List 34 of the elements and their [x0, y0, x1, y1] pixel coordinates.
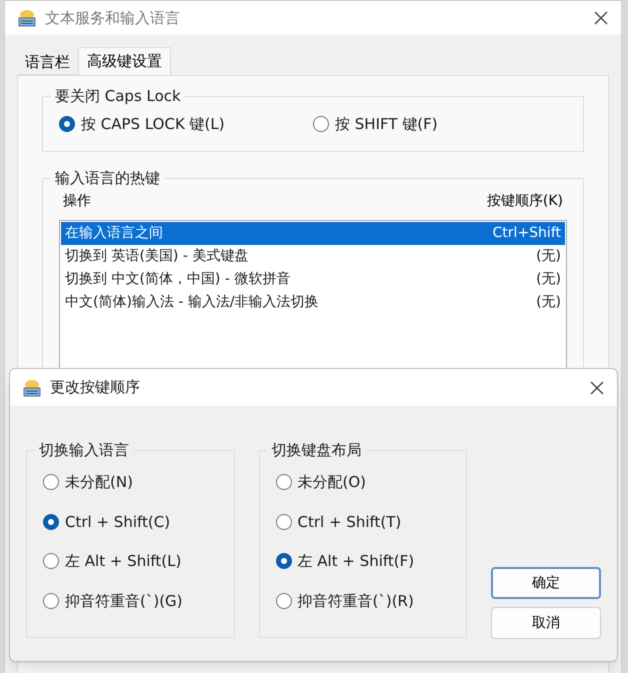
dialog-title: 更改按键顺序: [50, 377, 141, 398]
keys-text: (无): [536, 270, 561, 289]
action-text: 在输入语言之间: [65, 224, 163, 243]
radio-option[interactable]: 按 CAPS LOCK 键(L): [59, 112, 313, 136]
radio-option[interactable]: 抑音符重音(`)(R): [276, 590, 450, 612]
action-text: 切换到 英语(美国) - 美式键盘: [65, 247, 248, 266]
column-header: 操作: [63, 192, 91, 211]
radio-option[interactable]: 左 Alt + Shift(L): [43, 550, 218, 572]
dialog-button[interactable]: 确定: [491, 567, 601, 599]
close-icon: [589, 380, 605, 396]
hotkey-row[interactable]: 切换到 英语(美国) - 美式键盘 (无): [61, 245, 565, 268]
close-icon: [593, 10, 609, 26]
keyboard-globe-icon: [22, 378, 42, 398]
group-title: 要关闭 Caps Lock: [51, 85, 185, 108]
radio-option[interactable]: 左 Alt + Shift(F): [276, 550, 450, 572]
column-header: 按键顺序(K): [486, 192, 563, 211]
radio-option[interactable]: 未分配(N): [43, 471, 218, 494]
keyboard-globe-icon: [17, 8, 37, 28]
hotkey-row[interactable]: 切换到 中文(简体，中国) - 微软拼音 (无): [61, 268, 565, 291]
radio-option[interactable]: 未分配(O): [276, 471, 450, 494]
window-title: 文本服务和输入语言: [45, 8, 181, 29]
dialog-button[interactable]: 取消: [491, 607, 601, 639]
keys-text: (无): [536, 293, 561, 312]
radio-option[interactable]: Ctrl + Shift(C): [43, 510, 218, 533]
radio-option[interactable]: 按 SHIFT 键(F): [313, 112, 567, 136]
hotkey-row[interactable]: 在输入语言之间 Ctrl+Shift: [61, 222, 565, 245]
radio-option[interactable]: 抑音符重音(`)(G): [43, 590, 218, 612]
hotkey-row[interactable]: 中文(简体)输入法 - 输入法/非输入法切换 (无): [61, 291, 565, 314]
radio-option[interactable]: Ctrl + Shift(T): [276, 510, 450, 533]
keys-text: (无): [536, 247, 561, 266]
keys-text: Ctrl+Shift: [492, 224, 561, 243]
action-text: 切换到 中文(简体，中国) - 微软拼音: [65, 270, 290, 289]
action-text: 中文(简体)输入法 - 输入法/非输入法切换: [65, 293, 319, 312]
tab[interactable]: 高级键设置: [78, 47, 171, 75]
